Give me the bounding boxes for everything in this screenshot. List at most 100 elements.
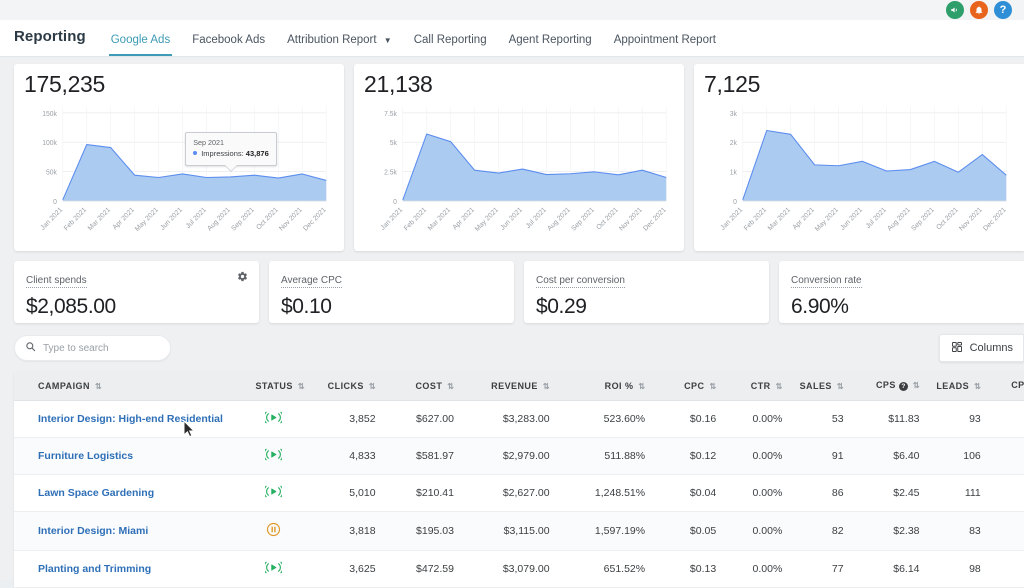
cell-cpl: $5.49	[986, 437, 1024, 475]
help-icon[interactable]: ?	[898, 382, 908, 391]
cell-cost: $581.97	[381, 437, 460, 475]
status-cell[interactable]	[237, 437, 311, 475]
sort-icon[interactable]: ⇅	[369, 382, 376, 391]
svg-text:2.5k: 2.5k	[384, 170, 397, 177]
chart-impressions-plot: 0 50k 100k 150k Jan 2021 Feb 2021 Mar 2021 Apr …	[24, 99, 334, 247]
cell-clicks: 5,010	[310, 474, 382, 512]
gear-icon[interactable]	[237, 269, 248, 287]
column-header-cpc[interactable]: CPC ⇅	[651, 371, 723, 401]
sort-icon[interactable]: ⇅	[447, 382, 454, 391]
cell-cps: $2.45	[849, 474, 926, 512]
sort-icon[interactable]: ⇅	[776, 382, 783, 391]
svg-text:0: 0	[53, 199, 57, 206]
sort-icon[interactable]: ⇅	[913, 381, 920, 390]
svg-text:7.5k: 7.5k	[384, 111, 397, 118]
sort-icon[interactable]: ⇅	[543, 382, 550, 391]
tooltip-value-line: Impressions: 43,876	[193, 148, 269, 160]
sort-icon[interactable]: ⇅	[974, 382, 981, 391]
column-header-clicks[interactable]: CLICKS ⇅	[310, 371, 382, 401]
column-header-roi[interactable]: ROI % ⇅	[555, 371, 652, 401]
sort-icon[interactable]: ⇅	[638, 382, 645, 391]
campaign-name-link[interactable]: Furniture Logistics	[14, 437, 237, 475]
megaphone-icon[interactable]	[946, 1, 964, 19]
search-input[interactable]	[43, 342, 160, 354]
tab-agent-reporting[interactable]: Agent Reporting	[498, 34, 603, 56]
tab-attribution-report[interactable]: Attribution Report ▼	[276, 34, 403, 56]
svg-text:Dec 2021: Dec 2021	[302, 207, 327, 233]
table-row[interactable]: Interior Design: High-end Residential 3,8…	[14, 400, 1024, 438]
status-cell[interactable]	[237, 511, 311, 551]
broadcast-icon[interactable]	[265, 448, 283, 461]
column-header-label: CLICKS	[327, 380, 364, 391]
campaign-name-link[interactable]: Planting and Trimming	[14, 550, 237, 588]
pause-icon[interactable]	[266, 522, 281, 537]
tooltip-series-name: Impressions	[201, 149, 242, 159]
sort-icon[interactable]: ⇅	[95, 382, 102, 391]
svg-text:Aug 2021: Aug 2021	[886, 207, 911, 233]
cell-cpl: $6.74	[986, 400, 1024, 438]
cell-clicks: 3,852	[310, 400, 382, 438]
table-row[interactable]: Planting and Trimming 3,625 $472.59 $3,079.…	[14, 550, 1024, 588]
svg-text:Feb 2021: Feb 2021	[403, 207, 428, 233]
svg-text:Jan 2021: Jan 2021	[720, 207, 745, 232]
chart-card-conversions: 7,125 0 1k 2k 3k Jan 2021 Feb 2021 Mar 2021 Apr…	[694, 64, 1024, 251]
column-header-label: CPS	[875, 380, 896, 390]
column-header-ctr[interactable]: CTR ⇅	[722, 371, 789, 401]
cell-revenue: $2,979.00	[459, 437, 556, 475]
cell-cps: $6.40	[849, 437, 926, 475]
tab-call-reporting[interactable]: Call Reporting	[403, 34, 498, 56]
column-header-sales[interactable]: SALES ⇅	[788, 371, 850, 401]
main-navigation: Reporting Google Ads Facebook Ads Attrib…	[0, 20, 1024, 57]
campaign-name-link[interactable]: Interior Design: Miami	[14, 511, 237, 551]
svg-text:0: 0	[733, 199, 737, 206]
campaign-name-link[interactable]: Interior Design: High-end Residential	[14, 400, 237, 438]
search-box[interactable]	[14, 335, 171, 361]
sort-icon[interactable]: ⇅	[837, 382, 844, 391]
column-header-cps[interactable]: CPS? ⇅	[849, 371, 926, 401]
status-cell[interactable]	[237, 474, 311, 512]
svg-text:Aug 2021: Aug 2021	[206, 207, 231, 233]
tab-google-ads[interactable]: Google Ads	[100, 34, 181, 56]
table-row[interactable]: Furniture Logistics 4,833 $581.97 $2,979.00…	[14, 437, 1024, 475]
svg-text:50k: 50k	[46, 170, 57, 177]
tab-call-reporting-label: Call Reporting	[413, 34, 487, 46]
svg-text:Jun 2021: Jun 2021	[159, 207, 184, 232]
cell-leads: 93	[925, 400, 987, 438]
cell-ctr: 0.00%	[722, 511, 789, 551]
columns-grid-icon	[951, 341, 963, 356]
svg-text:Mar 2021: Mar 2021	[87, 207, 112, 233]
cell-clicks: 4,833	[310, 437, 382, 475]
column-header-leads[interactable]: LEADS ⇅	[925, 371, 987, 401]
column-header-cpl[interactable]: CPL?⇅	[986, 371, 1024, 401]
tooltip-series-dot	[193, 151, 198, 156]
tab-appointment-report[interactable]: Appointment Report	[603, 34, 727, 56]
status-cell[interactable]	[237, 400, 311, 438]
svg-text:Sep 2021: Sep 2021	[910, 207, 935, 233]
column-header-revenue[interactable]: REVENUE ⇅	[459, 371, 556, 401]
table-row[interactable]: Interior Design: Miami 3,818 $195.03 $3,115…	[14, 511, 1024, 551]
tab-attribution-report-label: Attribution Report	[287, 34, 377, 46]
tab-facebook-ads[interactable]: Facebook Ads	[181, 34, 276, 56]
broadcast-icon[interactable]	[265, 485, 283, 498]
broadcast-icon[interactable]	[265, 561, 283, 574]
cell-ctr: 0.00%	[722, 400, 789, 438]
svg-text:Jul 2021: Jul 2021	[525, 207, 548, 231]
columns-button[interactable]: Columns	[938, 334, 1024, 362]
chart-card-impressions: 175,235 0 50k 100k 150k Jan 2021 Feb 2021 Mar …	[14, 64, 344, 251]
sort-icon[interactable]: ⇅	[298, 382, 305, 391]
sort-icon[interactable]: ⇅	[709, 382, 716, 391]
cell-ctr: 0.00%	[722, 474, 789, 512]
column-header-cost[interactable]: COST ⇅	[381, 371, 460, 401]
table-toolbar: Columns	[0, 323, 1024, 371]
status-cell[interactable]	[237, 550, 311, 588]
svg-text:100k: 100k	[42, 140, 57, 147]
svg-text:Apr 2021: Apr 2021	[112, 207, 136, 232]
table-row[interactable]: Lawn Space Gardening 5,010 $210.41 $2,627.0…	[14, 474, 1024, 512]
bell-icon[interactable]	[970, 1, 988, 19]
broadcast-icon[interactable]	[265, 411, 283, 424]
column-header-status[interactable]: STATUS ⇅	[237, 371, 311, 401]
campaign-name-link[interactable]: Lawn Space Gardening	[14, 474, 237, 512]
help-icon[interactable]: ?	[994, 1, 1012, 19]
column-header-campaign[interactable]: CAMPAIGN ⇅	[14, 371, 237, 401]
svg-text:Sep 2021: Sep 2021	[570, 207, 595, 233]
